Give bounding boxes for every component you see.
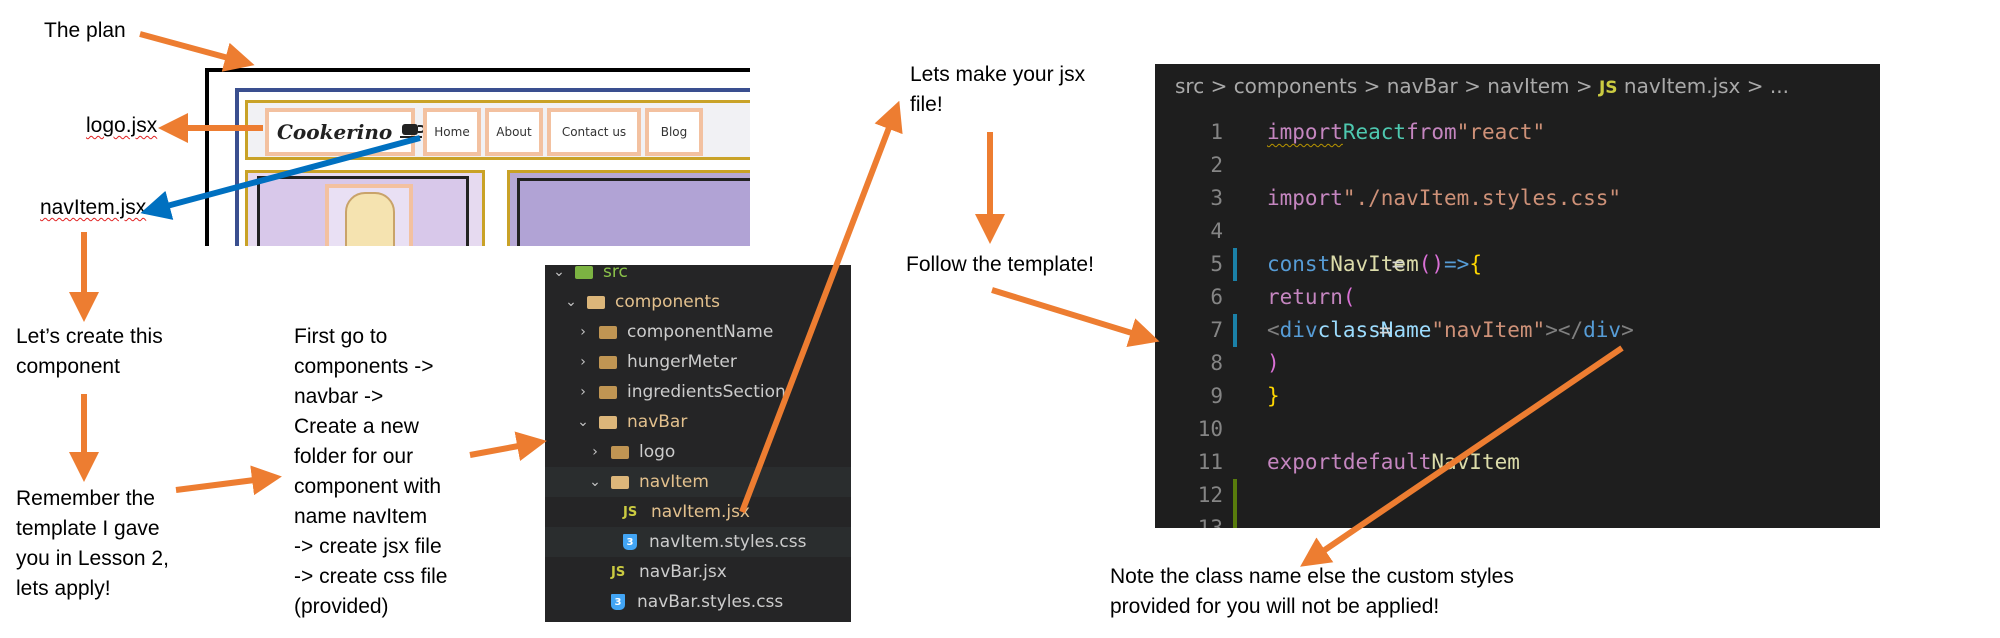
arrow-to-first-go bbox=[175, 465, 282, 496]
arrow-to-classname bbox=[1300, 345, 1624, 567]
arrow-navitem-blue bbox=[140, 135, 421, 220]
arrow-jsx-to-note bbox=[739, 100, 903, 514]
arrow-plan bbox=[139, 31, 255, 72]
arrow-to-tree bbox=[469, 431, 547, 462]
arrow-to-editor bbox=[991, 287, 1160, 348]
arrows-layer bbox=[69, 31, 1624, 567]
